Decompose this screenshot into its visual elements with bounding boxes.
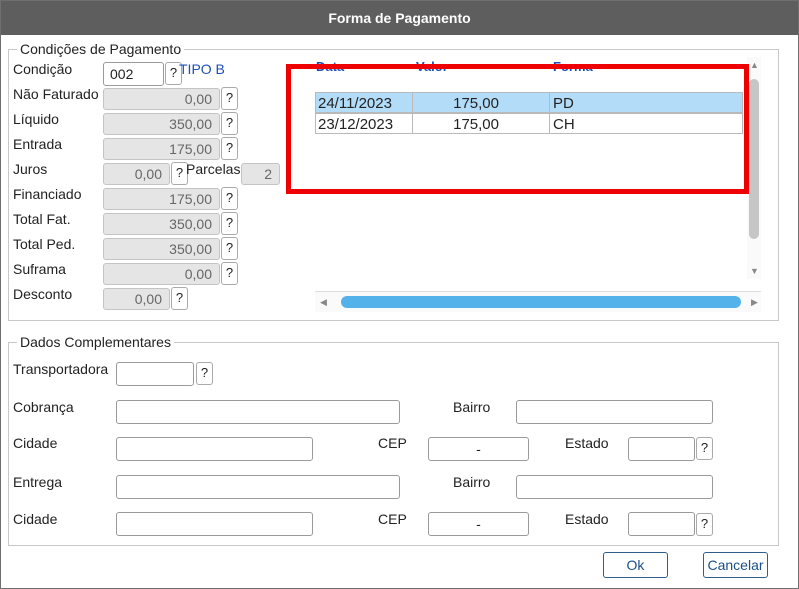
suframa-help-button[interactable]: ? [221, 262, 238, 285]
liquido-help-button[interactable]: ? [221, 112, 238, 135]
desconto-value: 0,00 [103, 288, 170, 310]
payment-dialog: Forma de Pagamento Condições de Pagament… [0, 0, 799, 589]
suframa-value: 0,00 [103, 263, 220, 285]
scroll-down-icon[interactable]: ▼ [750, 266, 759, 276]
total-fat-help-button[interactable]: ? [221, 212, 238, 235]
estado-entrega-label: Estado [565, 511, 609, 527]
estado-entrega-help-button[interactable]: ? [696, 513, 713, 536]
entrega-label: Entrega [13, 474, 63, 490]
financiado-label: Financiado [13, 186, 82, 202]
total-fat-value: 350,00 [103, 213, 220, 235]
dialog-title: Forma de Pagamento [1, 1, 798, 35]
entrada-help-button[interactable]: ? [221, 137, 238, 160]
liquido-label: Líquido [13, 111, 59, 127]
cancel-button[interactable]: Cancelar [703, 552, 768, 578]
cidade-entrega-input[interactable] [116, 512, 313, 536]
entrada-label: Entrada [13, 136, 63, 152]
total-ped-help-button[interactable]: ? [221, 237, 238, 260]
complementary-data-legend: Dados Complementares [20, 334, 171, 350]
nao-faturado-label: Não Faturado [13, 86, 99, 102]
entrada-value: 175,00 [103, 138, 220, 160]
bairro-entrega-label: Bairro [453, 474, 491, 490]
financiado-help-button[interactable]: ? [221, 187, 238, 210]
cidade-cobranca-input[interactable] [116, 437, 313, 461]
juros-label: Juros [13, 161, 48, 177]
entrega-input[interactable] [116, 475, 400, 499]
payment-conditions-legend: Condições de Pagamento [20, 41, 182, 57]
parcelas-label: Parcelas [186, 161, 241, 177]
liquido-value: 350,00 [103, 113, 220, 135]
ok-button[interactable]: Ok [603, 552, 668, 578]
estado-cobranca-input[interactable] [628, 437, 695, 461]
condicao-description: TIPO B [179, 61, 225, 77]
condicao-input[interactable]: 002 [103, 62, 164, 86]
nao-faturado-help-button[interactable]: ? [221, 87, 238, 110]
vertical-scroll-thumb[interactable] [749, 79, 759, 239]
grid-horizontal-scrollbar[interactable]: ◀ ▶ [315, 291, 761, 312]
transportadora-label: Transportadora [13, 361, 109, 377]
cep-entrega-label: CEP [378, 511, 407, 527]
grid-vertical-scrollbar[interactable]: ▲ ▼ [747, 57, 761, 279]
estado-cobranca-help-button[interactable]: ? [696, 437, 713, 460]
total-ped-label: Total Ped. [13, 236, 76, 252]
bairro-cobranca-input[interactable] [516, 400, 713, 424]
parcelas-value: 2 [241, 163, 280, 185]
transportadora-input[interactable] [116, 362, 194, 386]
condicao-label: Condição [13, 61, 73, 77]
financiado-value: 175,00 [103, 188, 220, 210]
cidade-cobranca-label: Cidade [13, 435, 58, 451]
nao-faturado-value: 0,00 [103, 88, 220, 110]
cobranca-input[interactable] [116, 400, 400, 424]
total-fat-label: Total Fat. [13, 211, 71, 227]
cidade-entrega-label: Cidade [13, 511, 58, 527]
cep-cobranca-label: CEP [378, 435, 407, 451]
estado-entrega-input[interactable] [628, 512, 695, 536]
scroll-up-icon[interactable]: ▲ [750, 60, 759, 70]
cep-cobranca-input[interactable]: - [428, 437, 529, 461]
bairro-entrega-input[interactable] [516, 475, 713, 499]
bairro-cobranca-label: Bairro [453, 399, 491, 415]
estado-cobranca-label: Estado [565, 435, 609, 451]
desconto-help-button[interactable]: ? [171, 287, 188, 310]
desconto-label: Desconto [13, 286, 73, 302]
scroll-left-icon[interactable]: ◀ [320, 297, 327, 308]
suframa-label: Suframa [13, 261, 66, 277]
cobranca-label: Cobrança [13, 399, 74, 415]
highlight-annotation [286, 64, 749, 194]
scroll-right-icon[interactable]: ▶ [751, 297, 758, 308]
cep-entrega-input[interactable]: - [428, 512, 529, 536]
horizontal-scroll-thumb[interactable] [341, 296, 741, 308]
juros-value: 0,00 [103, 163, 170, 185]
transportadora-help-button[interactable]: ? [196, 362, 213, 385]
total-ped-value: 350,00 [103, 238, 220, 260]
